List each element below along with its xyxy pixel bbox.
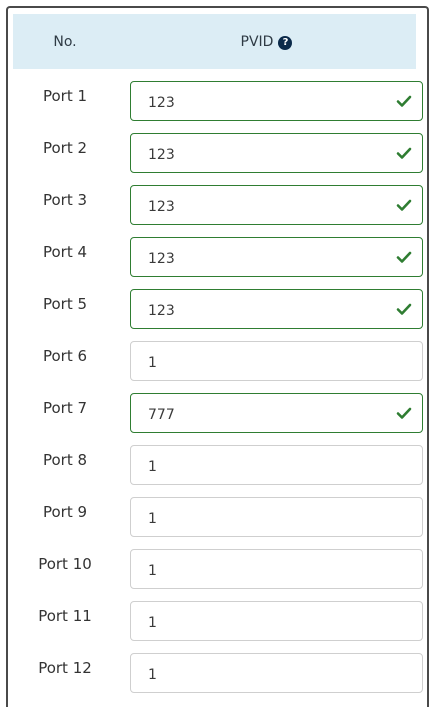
- table-row: Port 9 1: [13, 497, 423, 549]
- pvid-input[interactable]: 1: [130, 497, 423, 537]
- column-header-pvid: PVID ?: [117, 14, 416, 69]
- table-row: Port 4 123: [13, 237, 423, 289]
- port-label: Port 10: [38, 555, 92, 573]
- pvid-value: 123: [148, 303, 175, 319]
- port-label: Port 7: [42, 399, 88, 417]
- port-label: Port 8: [42, 451, 88, 469]
- table-row: Port 5 123: [13, 289, 423, 341]
- help-icon[interactable]: ?: [278, 35, 293, 50]
- pvid-input[interactable]: 1: [130, 341, 423, 381]
- pvid-input[interactable]: 123: [130, 81, 423, 121]
- table-header: No. PVID ?: [13, 14, 416, 69]
- pvid-value: 1: [148, 667, 157, 683]
- port-label: Port 6: [42, 347, 88, 365]
- table-row: Port 3 123: [13, 185, 423, 237]
- port-label: Port 3: [42, 191, 88, 209]
- pvid-input[interactable]: 123: [130, 133, 423, 173]
- port-label: Port 4: [42, 243, 88, 261]
- table-row: Port 11 1: [13, 601, 423, 653]
- pvid-input[interactable]: 123: [130, 185, 423, 225]
- pvid-input[interactable]: 123: [130, 289, 423, 329]
- table-row: Port 10 1: [13, 549, 423, 601]
- column-header-no: No.: [53, 33, 77, 50]
- pvid-input[interactable]: 123: [130, 237, 423, 277]
- pvid-input[interactable]: 777: [130, 393, 423, 433]
- port-label: Port 5: [42, 295, 88, 313]
- pvid-input[interactable]: 1: [130, 601, 423, 641]
- pvid-value: 123: [148, 251, 175, 267]
- check-icon: [396, 147, 412, 159]
- table-row: Port 8 1: [13, 445, 423, 497]
- port-label: Port 9: [42, 503, 88, 521]
- check-icon: [396, 407, 412, 419]
- pvid-input[interactable]: 1: [130, 549, 423, 589]
- check-icon: [396, 303, 412, 315]
- table-row: Port 12 1: [13, 653, 423, 705]
- table-row: Port 1 123: [13, 81, 423, 133]
- pvid-value: 1: [148, 511, 157, 527]
- pvid-value: 777: [148, 407, 175, 423]
- pvid-input[interactable]: 1: [130, 445, 423, 485]
- pvid-value: 123: [148, 147, 175, 163]
- port-label: Port 1: [42, 87, 88, 105]
- table-row: Port 2 123: [13, 133, 423, 185]
- check-icon: [396, 199, 412, 211]
- check-icon: [396, 95, 412, 107]
- pvid-value: 1: [148, 459, 157, 475]
- column-header-pvid-label: PVID: [240, 33, 274, 50]
- port-label: Port 11: [38, 607, 92, 625]
- pvid-value: 1: [148, 615, 157, 631]
- pvid-value: 1: [148, 563, 157, 579]
- port-label: Port 12: [38, 659, 92, 677]
- pvid-value: 1: [148, 355, 157, 371]
- pvid-value: 123: [148, 199, 175, 215]
- pvid-value: 123: [148, 95, 175, 111]
- table-row: Port 6 1: [13, 341, 423, 393]
- pvid-input[interactable]: 1: [130, 653, 423, 693]
- check-icon: [396, 251, 412, 263]
- table-row: Port 7 777: [13, 393, 423, 445]
- port-label: Port 2: [42, 139, 88, 157]
